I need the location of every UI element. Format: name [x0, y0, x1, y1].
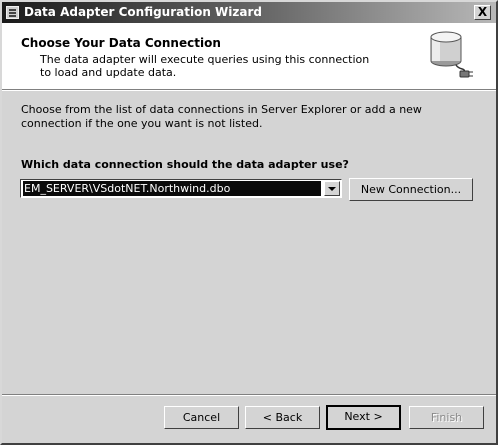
chevron-down-icon[interactable]	[324, 181, 340, 196]
header-divider	[2, 89, 496, 91]
new-connection-button[interactable]: New Connection...	[349, 178, 473, 201]
connection-select[interactable]: EM_SERVER\VSdotNET.Northwind.dbo	[20, 179, 342, 198]
finish-button: Finish	[409, 406, 484, 429]
close-button[interactable]: X	[474, 5, 491, 20]
window-title: Data Adapter Configuration Wizard	[24, 5, 262, 19]
intro-text: Choose from the list of data connections…	[21, 103, 422, 130]
page-title: Choose Your Data Connection	[21, 36, 221, 50]
cancel-button[interactable]: Cancel	[164, 406, 239, 429]
connection-question: Which data connection should the data ad…	[21, 158, 349, 171]
wizard-window: Data Adapter Configuration Wizard X Choo…	[0, 0, 498, 445]
window-icon	[6, 6, 19, 19]
next-button[interactable]: Next >	[326, 405, 401, 430]
database-plug-icon	[430, 31, 473, 78]
back-button[interactable]: < Back	[245, 406, 320, 429]
footer-divider	[2, 394, 496, 396]
wizard-header: Choose Your Data Connection The data ada…	[2, 23, 496, 89]
connection-select-value: EM_SERVER\VSdotNET.Northwind.dbo	[23, 181, 321, 196]
page-description: The data adapter will execute queries us…	[40, 53, 370, 79]
title-bar[interactable]: Data Adapter Configuration Wizard X	[2, 2, 496, 23]
